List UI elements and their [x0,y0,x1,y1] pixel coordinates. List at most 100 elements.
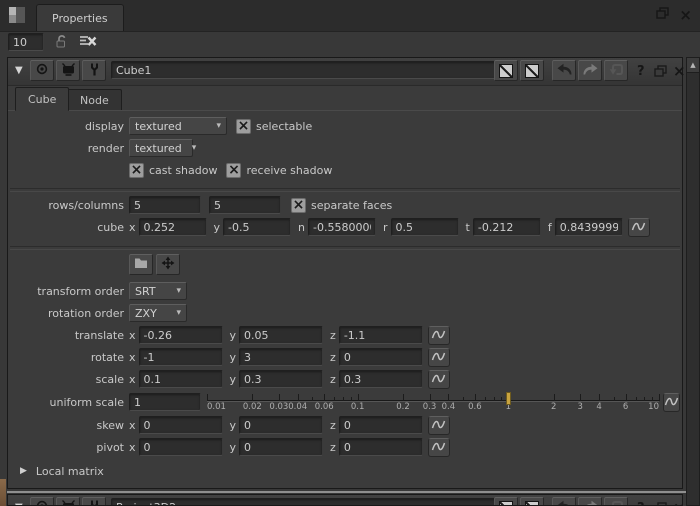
tab-cube[interactable]: Cube [15,87,69,111]
rotation-order-dropdown[interactable]: ZXY ▾ [129,304,187,322]
revert-button[interactable] [604,60,628,81]
local-matrix-row[interactable]: ▶ Local matrix [14,460,676,482]
scale-animation-button[interactable] [428,370,450,389]
snap-translate-button[interactable] [156,254,180,275]
cube-x-input[interactable] [139,218,207,236]
node-controls-button[interactable] [30,60,54,81]
scale-x-input[interactable] [139,370,223,388]
cube-n-input[interactable] [308,218,376,236]
redo-button[interactable] [578,60,602,81]
rows-input[interactable] [129,196,201,214]
revert-button[interactable] [604,497,628,506]
redo-arrow-icon [582,63,599,78]
slider-tick [298,394,299,401]
file-import-button[interactable] [129,254,153,275]
cube-r-input[interactable] [391,218,459,236]
collapse-panel-icon[interactable]: ▼ [15,65,23,76]
rotate-y-input[interactable] [239,348,323,366]
close-panel-icon[interactable]: × [673,501,683,506]
undo-button[interactable] [552,497,576,506]
skew-z-input[interactable] [339,416,423,434]
rotate-animation-button[interactable] [428,348,450,367]
float-window-icon[interactable] [654,65,667,80]
slider-tick [334,397,335,401]
node-color-button[interactable] [494,60,518,81]
columns-input[interactable] [209,196,281,214]
separate-faces-checkbox[interactable]: × [291,198,306,213]
expand-triangle-icon[interactable]: ▶ [20,466,27,476]
help-icon[interactable]: ? [637,64,645,79]
cube-animation-button[interactable] [628,218,650,237]
node-display-button[interactable] [56,60,80,81]
axis-z-label: z [330,441,336,454]
uniform-scale-slider-handle[interactable] [506,392,511,405]
panel-tabs: Cube Node [8,87,682,111]
selectable-checkbox[interactable]: × [236,119,251,134]
tab-properties-label: Properties [52,12,108,25]
cast-shadow-checkbox[interactable]: × [129,163,144,178]
lock-icon[interactable] [55,34,68,51]
pivot-y-input[interactable] [239,438,323,456]
float-pane-icon[interactable] [656,7,669,22]
node-display-button[interactable] [56,497,80,506]
curve-wave-icon [631,220,646,235]
rotate-x-input[interactable] [139,348,223,366]
scale-z-input[interactable] [339,370,423,388]
slider-tick-label: 0.03 [269,402,288,412]
node-properties-panel: ▼ ? × Cube N [7,57,683,489]
display-dropdown[interactable]: textured ▾ [129,117,227,135]
gl-color-button[interactable] [520,60,544,81]
clear-all-panels-icon[interactable] [79,34,97,50]
uniform-scale-input[interactable] [129,393,201,411]
rotate-z-input[interactable] [339,348,423,366]
cube-t-input[interactable] [473,218,541,236]
translate-y-input[interactable] [239,326,323,344]
translate-z-input[interactable] [339,326,423,344]
translate-animation-button[interactable] [428,326,450,345]
render-row: render textured ▾ [14,137,676,159]
undo-button[interactable] [552,60,576,81]
float-window-icon[interactable] [654,502,667,506]
gl-color-button[interactable] [520,497,544,506]
pivot-animation-button[interactable] [428,438,450,457]
node-controls-button[interactable] [30,497,54,506]
node-name-input[interactable] [111,61,503,79]
uniform-scale-animation-button[interactable] [663,393,680,412]
uniform-scale-slider[interactable]: 0.010.020.030.040.060.10.20.30.40.612346… [207,391,659,413]
node-name-input[interactable] [111,498,503,506]
tab-node[interactable]: Node [67,89,122,110]
scroll-up-button[interactable]: ▲ [687,58,699,73]
cube-f-input[interactable] [555,218,623,236]
pane-tab-bar: Properties × [0,0,700,32]
axis-x-label: x [129,329,136,342]
cube-y-input[interactable] [223,218,291,236]
pivot-x-input[interactable] [139,438,223,456]
rotation-order-row: rotation order ZXY ▾ [14,302,676,324]
close-panel-icon[interactable]: × [673,64,686,78]
render-dropdown[interactable]: textured ▾ [129,139,193,157]
receive-shadow-checkbox[interactable]: × [226,163,241,178]
display-label: display [14,120,124,133]
skew-y-input[interactable] [239,416,323,434]
transform-order-dropdown[interactable]: SRT ▾ [129,282,187,300]
translate-x-input[interactable] [139,326,223,344]
node-color-button[interactable] [494,497,518,506]
skew-label: skew [14,419,124,432]
properties-toolbar [8,33,97,51]
axis-y-label: y [230,329,237,342]
axis-y-label: y [230,441,237,454]
help-icon[interactable]: ? [637,501,645,506]
collapse-panel-icon[interactable]: ▼ [15,502,23,506]
close-pane-icon[interactable]: × [679,8,692,22]
vertical-scrollbar[interactable]: ▲ [686,57,700,506]
max-panels-input[interactable] [8,33,44,51]
skew-x-input[interactable] [139,416,223,434]
pane-splitter[interactable] [7,491,699,493]
tab-properties[interactable]: Properties [36,4,124,31]
pivot-z-input[interactable] [339,438,423,456]
node-settings-button[interactable] [82,60,106,81]
scale-y-input[interactable] [239,370,323,388]
skew-animation-button[interactable] [428,416,450,435]
node-settings-button[interactable] [82,497,106,506]
redo-button[interactable] [578,497,602,506]
